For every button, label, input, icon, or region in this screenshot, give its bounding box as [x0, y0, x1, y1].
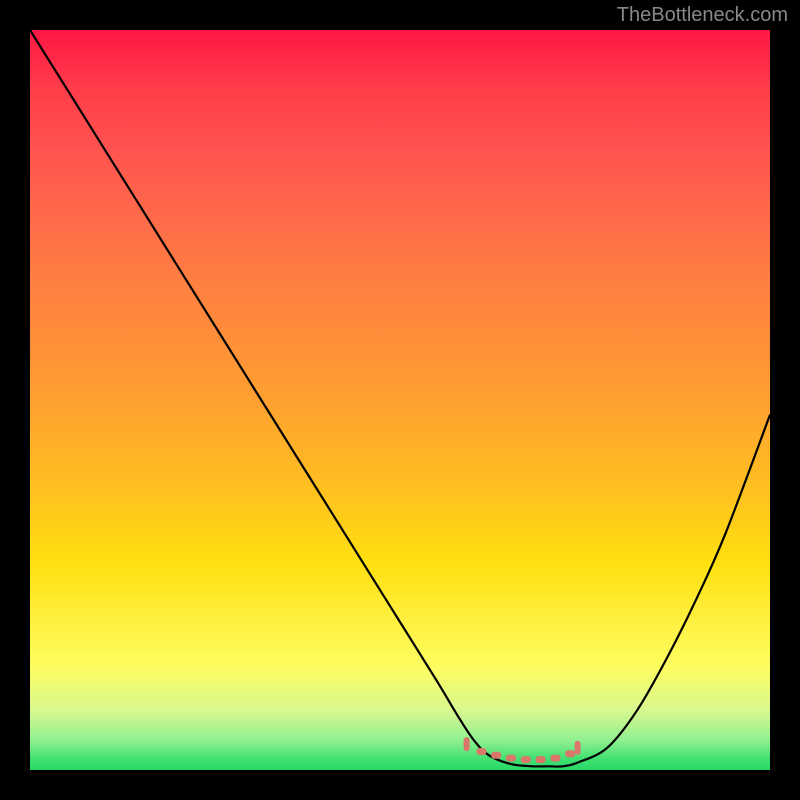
marker-dot: [506, 755, 516, 762]
marker-dot: [521, 756, 531, 763]
marker-dot: [476, 748, 486, 755]
bottleneck-curve-line: [30, 30, 770, 767]
marker-dot: [491, 752, 501, 759]
marker-dot: [565, 750, 575, 757]
plot-area: [30, 30, 770, 770]
attribution-text: TheBottleneck.com: [617, 4, 788, 27]
marker-dot: [536, 756, 546, 763]
chart-svg: [30, 30, 770, 770]
optimal-zone-markers: [464, 737, 581, 763]
marker-dot: [550, 755, 560, 762]
marker-dot: [464, 737, 470, 751]
marker-dot: [575, 741, 581, 755]
